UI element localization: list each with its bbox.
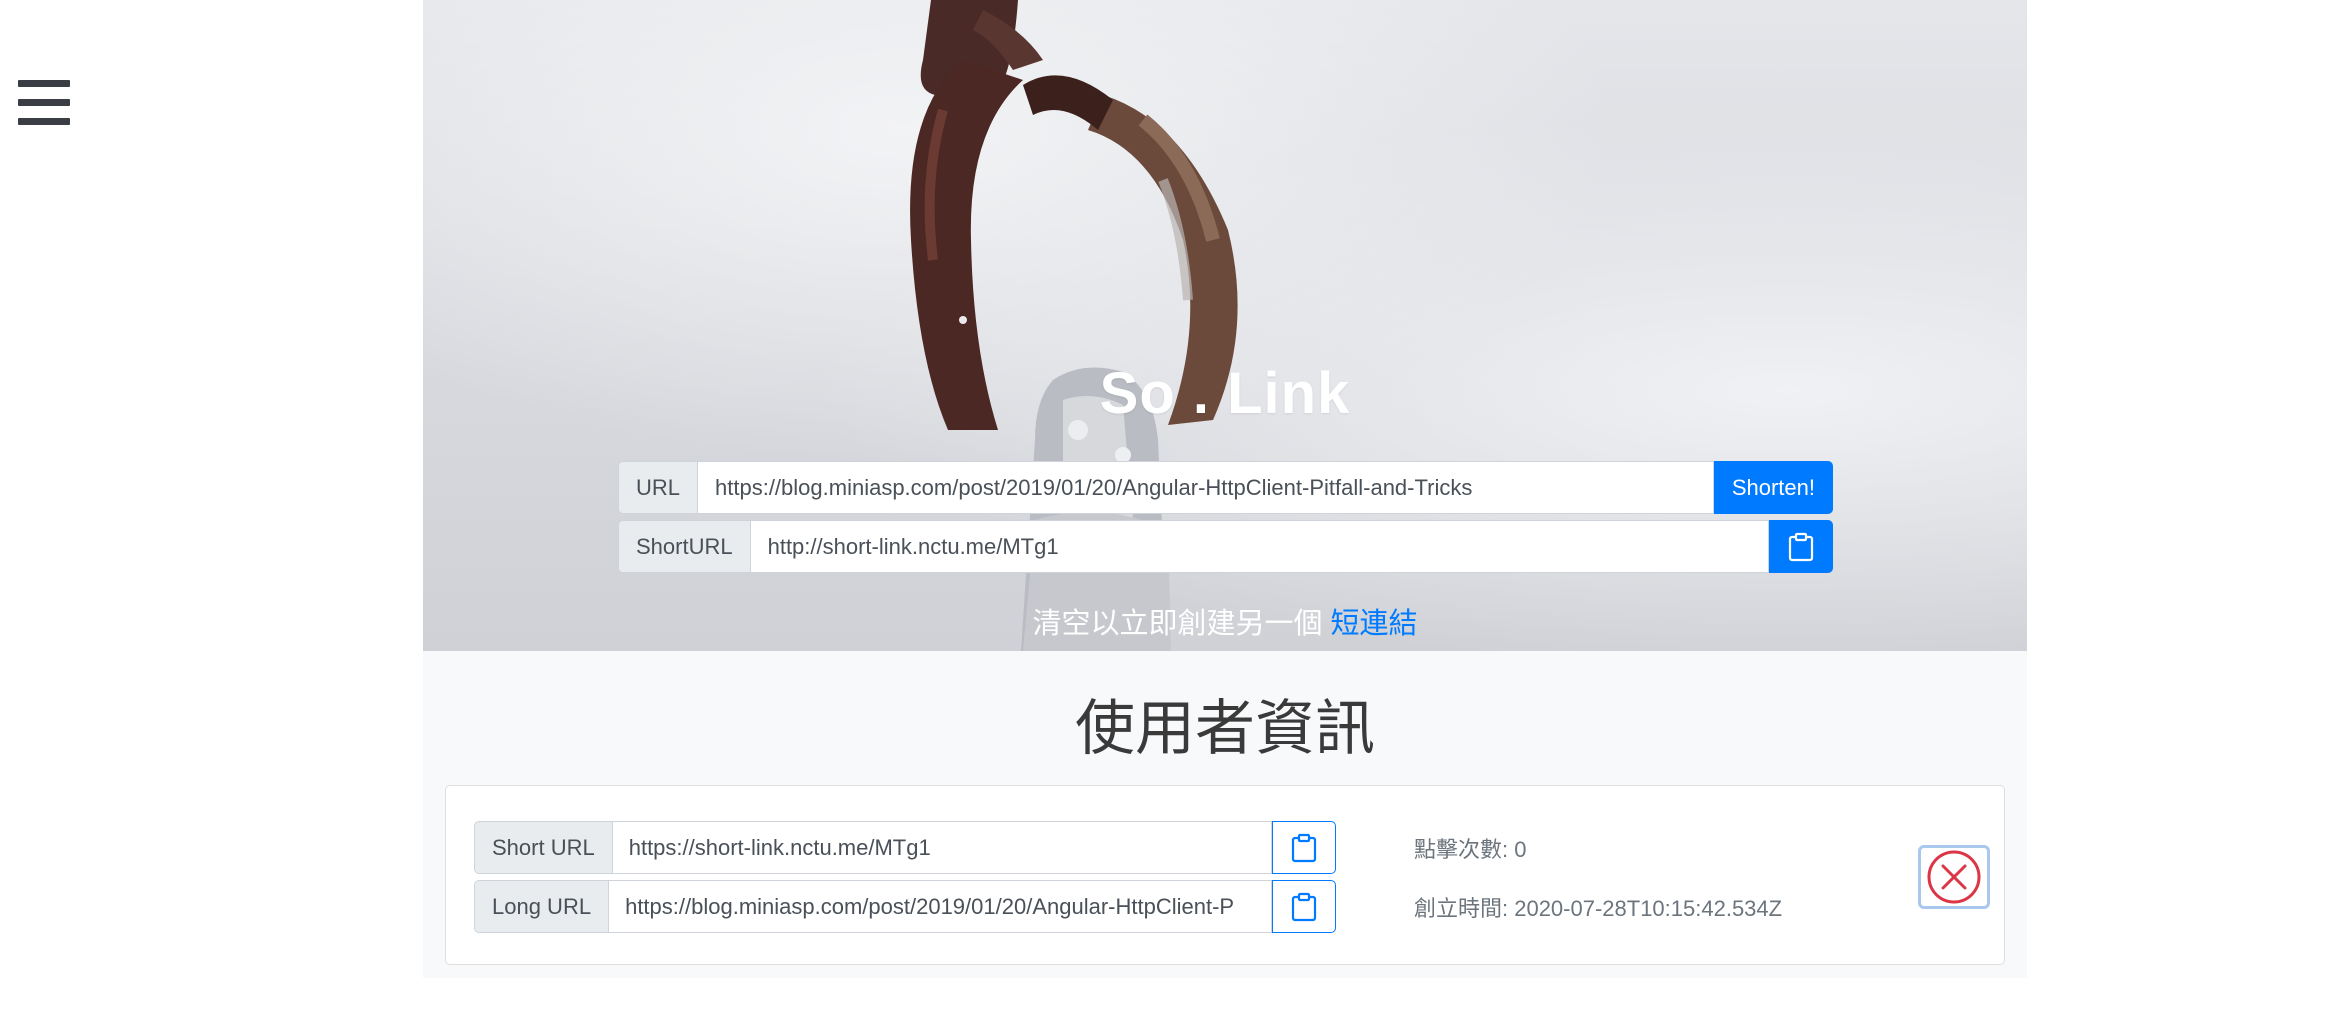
url-input[interactable]: https://blog.miniasp.com/post/2019/01/20… — [698, 461, 1714, 514]
user-info-title: 使用者資訊 — [1075, 695, 1375, 762]
short-link-link[interactable]: 短連結 — [1331, 608, 1418, 640]
shorten-button[interactable]: Shorten! — [1713, 461, 1833, 514]
card-short-url-value[interactable]: https://short-link.nctu.me/MTg1 — [612, 821, 1272, 874]
delete-link-button[interactable] — [1918, 845, 1990, 909]
clipboard-icon — [1788, 532, 1814, 561]
copy-short-url-button[interactable] — [1769, 520, 1833, 573]
hint-text: 清空以立即創建另一個 — [1032, 608, 1323, 640]
copy-card-short-url-button[interactable] — [1272, 821, 1336, 874]
main-column: So . Link URL https://blog.miniasp.com/p… — [423, 0, 2027, 978]
brand-title: So . Link — [1099, 361, 1351, 426]
short-url-input-group: ShortURL http://short-link.nctu.me/MTg1 — [618, 520, 1833, 573]
url-label: URL — [618, 461, 699, 514]
card-long-url-value[interactable]: https://blog.miniasp.com/post/2019/01/20… — [609, 880, 1272, 933]
card-short-url-label: Short URL — [474, 821, 613, 874]
url-input-group: URL https://blog.miniasp.com/post/2019/0… — [618, 461, 1833, 514]
hero-banner: So . Link URL https://blog.miniasp.com/p… — [423, 0, 2027, 651]
short-url-output[interactable]: http://short-link.nctu.me/MTg1 — [750, 520, 1769, 573]
short-url-label: ShortURL — [618, 520, 751, 573]
link-card: Short URL https://short-link.nctu.me/MTg… — [445, 785, 2005, 965]
card-long-url-label: Long URL — [474, 880, 610, 933]
card-long-url-group: Long URL https://blog.miniasp.com/post/2… — [474, 880, 1336, 933]
clipboard-icon — [1291, 892, 1317, 921]
close-circle-icon — [1927, 850, 1981, 904]
clipboard-icon — [1291, 833, 1317, 862]
create-another-hint: 清空以立即創建另一個 短連結 — [423, 600, 2027, 642]
click-count: 點擊次數: 0 — [1414, 837, 1527, 862]
created-time: 創立時間: 2020-07-28T10:15:42.534Z — [1414, 896, 1783, 921]
card-short-url-group: Short URL https://short-link.nctu.me/MTg… — [474, 821, 1336, 874]
copy-card-long-url-button[interactable] — [1272, 880, 1336, 933]
hamburger-menu-icon[interactable] — [18, 80, 70, 126]
